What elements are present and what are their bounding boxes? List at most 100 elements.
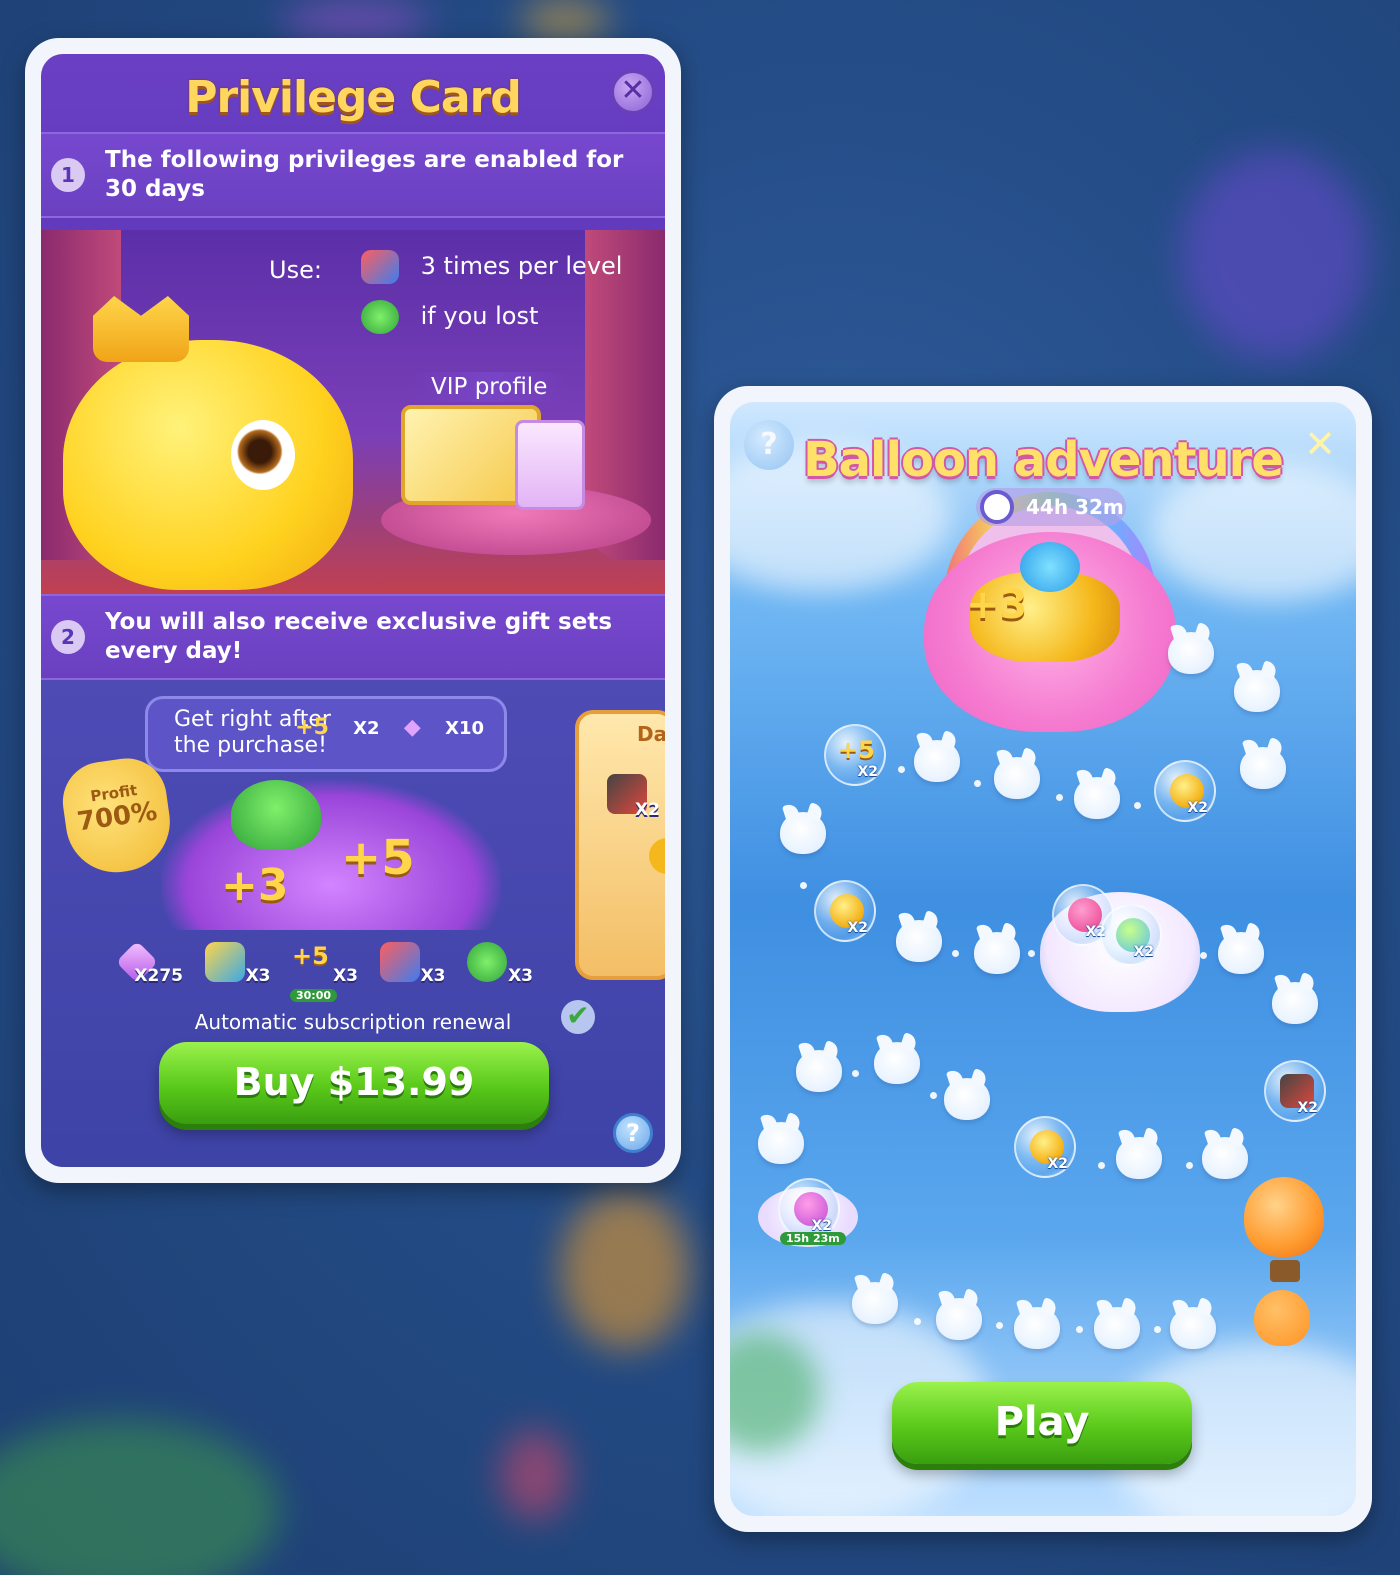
reward-bubble-potion[interactable]: X2 bbox=[1100, 904, 1162, 966]
reward-bubble-board-booster[interactable]: X2 bbox=[1264, 1060, 1326, 1122]
close-button[interactable]: ✕ bbox=[1304, 422, 1336, 466]
bundle-item: X3 bbox=[201, 942, 271, 988]
path-dot bbox=[800, 882, 807, 889]
clock-icon bbox=[980, 490, 1014, 524]
mascot-eye bbox=[231, 420, 295, 490]
profit-badge: Profit 700% bbox=[57, 753, 177, 879]
plus5-icon: +5 bbox=[292, 942, 329, 970]
path-node[interactable] bbox=[914, 740, 960, 782]
path-node[interactable] bbox=[1168, 632, 1214, 674]
plus5-icon: +5 bbox=[341, 830, 415, 886]
cat-icon bbox=[1020, 542, 1080, 592]
path-node[interactable] bbox=[796, 1050, 842, 1092]
play-button[interactable]: Play bbox=[892, 1382, 1192, 1464]
path-node[interactable] bbox=[1272, 982, 1318, 1024]
vip-profile-label: VIP profile bbox=[411, 372, 568, 402]
privilege-card-body: Privilege Card ✕ 1 The following privile… bbox=[41, 54, 665, 1167]
path-dot bbox=[996, 1322, 1003, 1329]
reward-bubble-characters[interactable]: X2 bbox=[778, 1178, 840, 1240]
path-dot bbox=[952, 950, 959, 957]
balloon-adventure-map: ? Balloon adventure ✕ +3 44h 32m +5 X2 X… bbox=[730, 402, 1356, 1516]
frog-icon bbox=[467, 942, 507, 982]
background-balloon bbox=[500, 1430, 570, 1520]
hot-air-balloon-icon bbox=[1244, 1177, 1324, 1257]
help-button[interactable]: ? bbox=[613, 1113, 653, 1153]
privilege-card-dialog: Privilege Card ✕ 1 The following privile… bbox=[25, 38, 681, 1183]
step-text: The following privileges are enabled for… bbox=[105, 147, 624, 202]
path-dot bbox=[1134, 802, 1141, 809]
background-balloon bbox=[280, 0, 430, 40]
path-node[interactable] bbox=[852, 1282, 898, 1324]
path-dot bbox=[852, 1070, 859, 1077]
picture-booster-icon bbox=[204, 942, 245, 982]
day-gift-card[interactable]: Da X2 bbox=[575, 710, 665, 980]
renewal-checkbox[interactable]: ✔ bbox=[561, 1000, 595, 1034]
path-node[interactable] bbox=[1094, 1307, 1140, 1349]
reward-count: X2 bbox=[1133, 944, 1154, 960]
item-count: X2 bbox=[635, 800, 660, 820]
background-balloon bbox=[1180, 150, 1370, 360]
reward-count: X2 bbox=[857, 764, 878, 780]
close-button[interactable]: ✕ bbox=[611, 70, 655, 114]
path-node[interactable] bbox=[936, 1298, 982, 1340]
reward-timer: 15h 23m bbox=[780, 1232, 846, 1245]
bundle-item: +5 X3 30:00 bbox=[288, 942, 358, 1002]
path-node[interactable] bbox=[1218, 932, 1264, 974]
frog-icon bbox=[231, 780, 321, 850]
cat-balloon-icon bbox=[1254, 1290, 1310, 1346]
rocket-icon bbox=[361, 250, 399, 284]
path-node[interactable] bbox=[994, 757, 1040, 799]
background-island bbox=[0, 1420, 280, 1575]
path-node[interactable] bbox=[874, 1042, 920, 1084]
plus3-icon: +3 bbox=[221, 860, 289, 911]
dialog-title: Privilege Card bbox=[185, 72, 522, 123]
item-count: X3 bbox=[420, 966, 446, 986]
rocket-icon bbox=[379, 942, 420, 982]
path-node[interactable] bbox=[944, 1078, 990, 1120]
profile-card-icon bbox=[515, 420, 585, 510]
path-dot bbox=[898, 766, 905, 773]
bundle-item: X3 bbox=[463, 942, 533, 988]
reward-count: X2 bbox=[847, 920, 868, 936]
gem-icon: ◆ X10 bbox=[403, 715, 484, 740]
path-node[interactable] bbox=[1240, 747, 1286, 789]
path-node[interactable] bbox=[896, 920, 942, 962]
path-node[interactable] bbox=[1014, 1307, 1060, 1349]
step-two-banner: 2 You will also receive exclusive gift s… bbox=[41, 594, 665, 680]
instant-reward-icons: +5 X2 ◆ X10 bbox=[277, 715, 484, 742]
path-node[interactable] bbox=[758, 1122, 804, 1164]
plus5-icon: +5 X2 bbox=[295, 715, 380, 740]
path-node[interactable] bbox=[1074, 777, 1120, 819]
path-dot bbox=[1200, 952, 1207, 959]
path-node[interactable] bbox=[1234, 670, 1280, 712]
item-count: X275 bbox=[134, 966, 183, 986]
item-timer: 30:00 bbox=[290, 989, 338, 1002]
reward-bubble-plus5[interactable]: +5 X2 bbox=[824, 724, 886, 786]
path-dot bbox=[1154, 1326, 1161, 1333]
path-dot bbox=[1098, 1162, 1105, 1169]
event-timer: 44h 32m bbox=[976, 488, 1126, 526]
step-text: You will also receive exclusive gift set… bbox=[105, 609, 613, 664]
offer-area: Get right after the purchase! +5 X2 ◆ X1… bbox=[41, 680, 665, 1167]
buy-button[interactable]: Buy $13.99 bbox=[159, 1042, 549, 1124]
path-node[interactable] bbox=[974, 932, 1020, 974]
reward-bubble-coin[interactable]: X2 bbox=[1014, 1116, 1076, 1178]
reward-count: X2 bbox=[1047, 1156, 1068, 1172]
background-balloon bbox=[560, 1190, 690, 1350]
bundle-item: X275 bbox=[113, 940, 183, 988]
close-icon: ✕ bbox=[620, 73, 646, 108]
path-node[interactable] bbox=[780, 812, 826, 854]
reward-bubble-coin[interactable]: X2 bbox=[1154, 760, 1216, 822]
hero-illustration: Use: 3 times per level if you lost VIP p… bbox=[41, 230, 665, 600]
privilege-row: if you lost bbox=[361, 300, 538, 334]
path-node[interactable] bbox=[1116, 1137, 1162, 1179]
path-dot bbox=[1056, 794, 1063, 801]
step-number: 1 bbox=[51, 158, 85, 192]
privilege-text: if you lost bbox=[420, 302, 539, 330]
bundle-items: X275 X3 +5 X3 30:00 X3 X3 bbox=[113, 940, 533, 1002]
path-dot bbox=[1186, 1162, 1193, 1169]
path-node[interactable] bbox=[1202, 1137, 1248, 1179]
path-node[interactable] bbox=[1170, 1307, 1216, 1349]
reward-bubble-coin[interactable]: X2 bbox=[814, 880, 876, 942]
step-number: 2 bbox=[51, 620, 85, 654]
